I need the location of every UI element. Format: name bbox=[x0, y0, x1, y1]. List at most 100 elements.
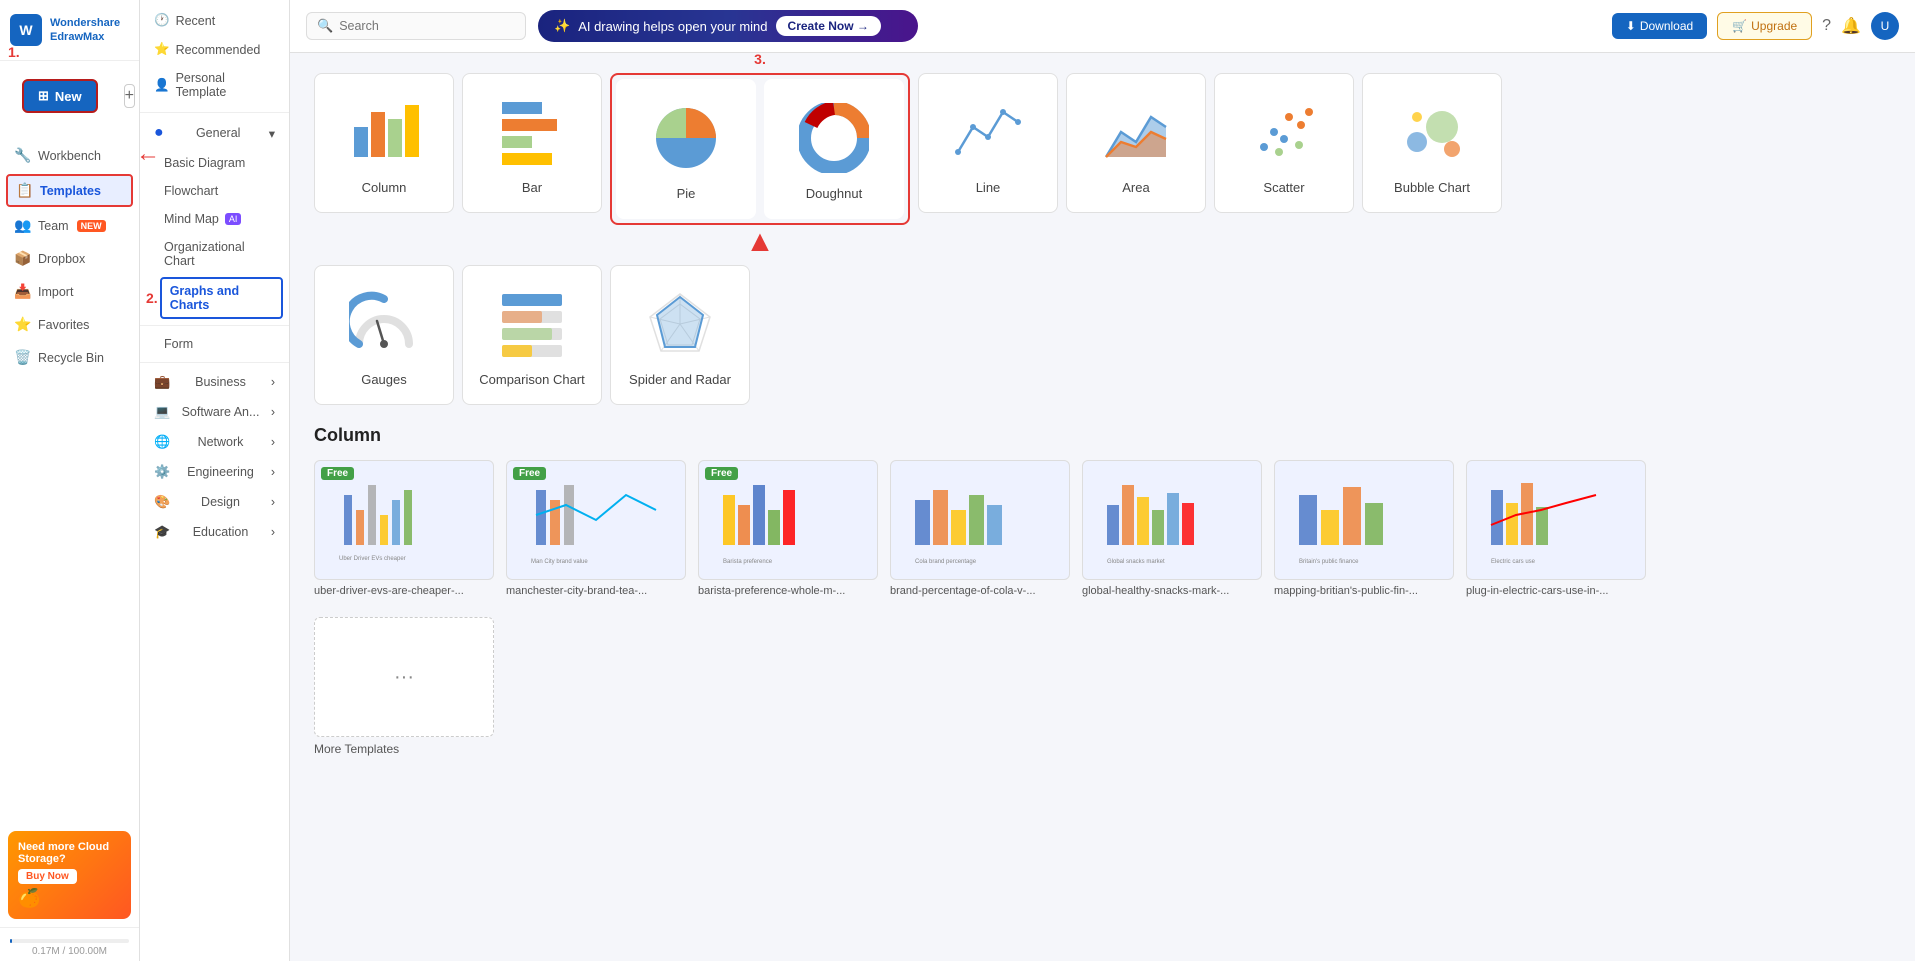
second-nav-graphs-charts[interactable]: Graphs and Charts bbox=[160, 277, 283, 319]
chart-type-bubble[interactable]: Bubble Chart bbox=[1362, 73, 1502, 213]
red-up-arrow: ▲ bbox=[610, 227, 910, 257]
workbench-icon: 🔧 bbox=[14, 147, 30, 164]
spider-chart-icon bbox=[640, 284, 720, 364]
search-icon: 🔍 bbox=[317, 18, 333, 34]
step-1-label: 1. bbox=[8, 44, 20, 60]
template-card-6[interactable]: Britain's public finance mapping-britian… bbox=[1274, 460, 1454, 597]
template-card-2[interactable]: Free Man City brand value manchester-cit… bbox=[506, 460, 686, 597]
upgrade-button[interactable]: 🛒 Upgrade bbox=[1717, 12, 1812, 40]
second-nav-personal[interactable]: 👤 Personal Template bbox=[140, 64, 289, 106]
create-now-button[interactable]: Create Now → bbox=[776, 16, 881, 36]
section-engineering[interactable]: ⚙️ Engineering › bbox=[140, 457, 289, 487]
chart-type-gauges[interactable]: Gauges bbox=[314, 265, 454, 405]
section-business[interactable]: 💼 Business › bbox=[140, 367, 289, 397]
second-nav-flowchart[interactable]: Flowchart bbox=[140, 177, 289, 205]
second-nav-org-chart[interactable]: Organizational Chart bbox=[140, 233, 289, 275]
more-templates-card[interactable]: ··· bbox=[314, 617, 494, 737]
chart-type-column[interactable]: Column bbox=[314, 73, 454, 213]
cloud-promo-title: Need more Cloud Storage? bbox=[18, 841, 121, 865]
chart-type-scatter[interactable]: Scatter bbox=[1214, 73, 1354, 213]
chart-type-area[interactable]: Area bbox=[1066, 73, 1206, 213]
second-nav-recent[interactable]: 🕐 Recent bbox=[140, 6, 289, 35]
engineering-chevron: › bbox=[271, 465, 275, 479]
network-label: Network bbox=[198, 435, 244, 449]
education-chevron: › bbox=[271, 525, 275, 539]
app-logo[interactable]: W WondershareEdrawMax bbox=[0, 0, 139, 61]
sidebar-item-import[interactable]: 📥 Import bbox=[0, 275, 139, 308]
section-network[interactable]: 🌐 Network › bbox=[140, 427, 289, 457]
sidebar-item-team[interactable]: 👥 Team NEW bbox=[0, 209, 139, 242]
template-card-4[interactable]: Cola brand percentage brand-percentage-o… bbox=[890, 460, 1070, 597]
section-software[interactable]: 💻 Software An... › bbox=[140, 397, 289, 427]
svg-text:Man City brand value: Man City brand value bbox=[531, 559, 588, 565]
search-input[interactable] bbox=[339, 19, 499, 33]
network-chevron: › bbox=[271, 435, 275, 449]
add-button[interactable]: + bbox=[124, 84, 135, 108]
chart-type-line[interactable]: Line bbox=[918, 73, 1058, 213]
software-icon: 💻 bbox=[154, 404, 170, 420]
ai-banner-text: AI drawing helps open your mind bbox=[578, 19, 767, 34]
sidebar-item-recycle[interactable]: 🗑️ Recycle Bin bbox=[0, 341, 139, 374]
template-card-7[interactable]: Electric cars use plug-in-electric-cars-… bbox=[1466, 460, 1646, 597]
doughnut-chart-icon bbox=[794, 98, 874, 178]
design-icon: 🎨 bbox=[154, 494, 170, 510]
chart-type-doughnut[interactable]: Doughnut bbox=[764, 79, 904, 219]
more-templates-label: More Templates bbox=[314, 742, 399, 756]
graphs-charts-label: Graphs and Charts bbox=[170, 284, 273, 312]
template-card-3[interactable]: Free Barista preference barista-preferen… bbox=[698, 460, 878, 597]
template-card-5[interactable]: Global snacks market global-healthy-snac… bbox=[1082, 460, 1262, 597]
doughnut-label: Doughnut bbox=[806, 186, 862, 201]
step-2-label: 2. bbox=[146, 290, 158, 306]
help-icon[interactable]: ? bbox=[1822, 17, 1831, 35]
sidebar-label-dropbox: Dropbox bbox=[38, 252, 85, 266]
bubble-label: Bubble Chart bbox=[1394, 180, 1470, 195]
comparison-label: Comparison Chart bbox=[479, 372, 585, 387]
section-education[interactable]: 🎓 Education › bbox=[140, 517, 289, 547]
chart-type-comparison[interactable]: Comparison Chart bbox=[462, 265, 602, 405]
second-sidebar: 🕐 Recent ⭐ Recommended 👤 Personal Templa… bbox=[140, 0, 290, 961]
sidebar-item-favorites[interactable]: ⭐ Favorites bbox=[0, 308, 139, 341]
section-design[interactable]: 🎨 Design › bbox=[140, 487, 289, 517]
chart-type-bar[interactable]: Bar bbox=[462, 73, 602, 213]
section-general[interactable]: ● General ▾ bbox=[140, 117, 289, 149]
second-nav-form[interactable]: Form bbox=[140, 330, 289, 358]
second-nav-mind-map[interactable]: Mind Map AI bbox=[140, 205, 289, 233]
template-name-3: barista-preference-whole-m-... bbox=[698, 585, 878, 597]
sidebar-item-dropbox[interactable]: 📦 Dropbox bbox=[0, 242, 139, 275]
logo-icon: W bbox=[10, 14, 42, 46]
second-nav-basic-diagram[interactable]: Basic Diagram bbox=[140, 149, 289, 177]
buy-now-button[interactable]: Buy Now bbox=[18, 869, 77, 884]
template-thumb-5: Global snacks market bbox=[1082, 460, 1262, 580]
main-content: 🔍 ✨ AI drawing helps open your mind Crea… bbox=[290, 0, 1915, 961]
template-thumb-2: Free Man City brand value bbox=[506, 460, 686, 580]
more-icon: ··· bbox=[394, 666, 414, 689]
sidebar-item-workbench[interactable]: 🔧 Workbench bbox=[0, 139, 139, 172]
free-badge-3: Free bbox=[705, 467, 738, 480]
new-button[interactable]: ⊞ New bbox=[22, 79, 98, 113]
column-label: Column bbox=[362, 180, 407, 195]
template-name-5: global-healthy-snacks-mark-... bbox=[1082, 585, 1262, 597]
chart-type-pie[interactable]: Pie bbox=[616, 79, 756, 219]
template-name-6: mapping-britian's-public-fin-... bbox=[1274, 585, 1454, 597]
mind-map-label: Mind Map bbox=[164, 212, 219, 226]
template-name-4: brand-percentage-of-cola-v-... bbox=[890, 585, 1070, 597]
new-icon: ⊞ bbox=[38, 88, 49, 104]
ai-sparkle-icon: ✨ bbox=[554, 18, 570, 34]
download-button[interactable]: ⬇ Download bbox=[1612, 13, 1707, 39]
template-name-1: uber-driver-evs-are-cheaper-... bbox=[314, 585, 494, 597]
svg-text:Barista preference: Barista preference bbox=[723, 559, 773, 565]
download-label: Download bbox=[1640, 19, 1693, 33]
bell-icon[interactable]: 🔔 bbox=[1841, 16, 1861, 36]
template-name-2: manchester-city-brand-tea-... bbox=[506, 585, 686, 597]
search-box[interactable]: 🔍 bbox=[306, 12, 526, 40]
second-nav-recommended[interactable]: ⭐ Recommended bbox=[140, 35, 289, 64]
chart-type-section: Column Bar bbox=[314, 73, 1891, 405]
favorites-icon: ⭐ bbox=[14, 316, 30, 333]
upgrade-label: Upgrade bbox=[1751, 19, 1797, 33]
sidebar-item-templates[interactable]: 📋 Templates bbox=[6, 174, 133, 207]
template-name-7: plug-in-electric-cars-use-in-... bbox=[1466, 585, 1646, 597]
chart-type-spider[interactable]: Spider and Radar bbox=[610, 265, 750, 405]
sidebar-nav: 🔧 Workbench 📋 Templates 👥 Team NEW 📦 Dro… bbox=[0, 131, 139, 823]
template-card-1[interactable]: Free Uber Driver EVs cheaper bbox=[314, 460, 494, 597]
user-avatar[interactable]: U bbox=[1871, 12, 1899, 40]
